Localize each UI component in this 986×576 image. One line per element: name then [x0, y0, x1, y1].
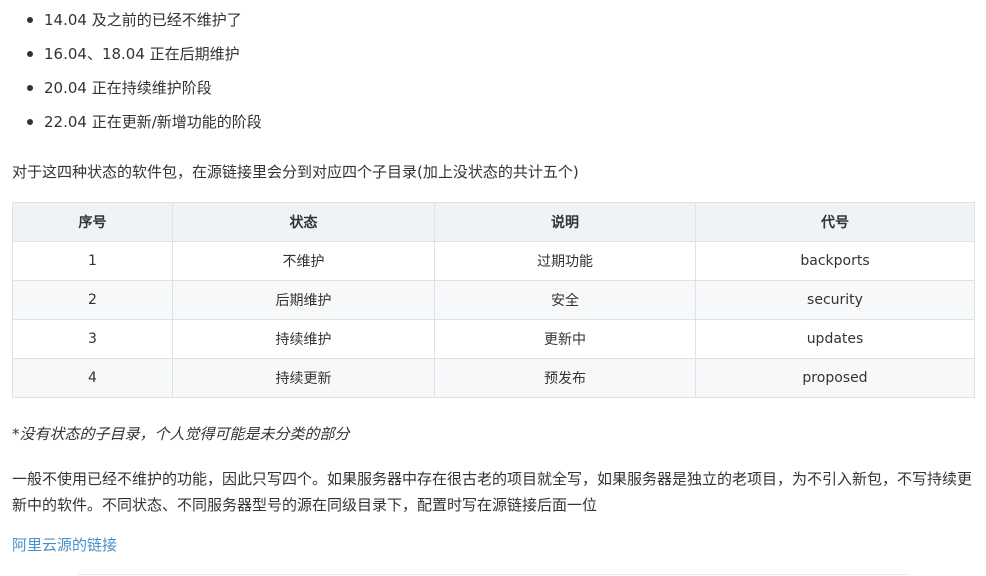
status-table: 序号 状态 说明 代号 1 不维护 过期功能 backports 2 后期维护 …	[12, 202, 975, 398]
intro-paragraph: 对于这四种状态的软件包，在源链接里会分到对应四个子目录(加上没状态的共计五个)	[12, 163, 579, 181]
table-cell: 4	[12, 358, 173, 398]
note-paragraph: *没有状态的子目录，个人觉得可能是未分类的部分	[12, 425, 350, 443]
table-row: 4 持续更新 预发布 proposed	[12, 358, 975, 398]
table-cell: 过期功能	[434, 241, 696, 281]
aliyun-source-link[interactable]: 阿里云源的链接	[12, 535, 117, 555]
table-cell: 预发布	[434, 358, 696, 398]
table-row: 3 持续维护 更新中 updates	[12, 319, 975, 359]
list-item: 14.04 及之前的已经不维护了	[27, 11, 242, 29]
table-header-row: 序号 状态 说明 代号	[12, 202, 975, 242]
list-item: 20.04 正在持续维护阶段	[27, 79, 212, 97]
table-cell: updates	[695, 319, 975, 359]
table-cell: 后期维护	[172, 280, 435, 320]
table-row: 1 不维护 过期功能 backports	[12, 241, 975, 281]
table-cell: 持续维护	[172, 319, 435, 359]
table-cell: 不维护	[172, 241, 435, 281]
table-cell: 更新中	[434, 319, 696, 359]
column-header-description: 说明	[434, 202, 696, 242]
list-item: 16.04、18.04 正在后期维护	[27, 45, 240, 63]
table-cell: 2	[12, 280, 173, 320]
table-row: 2 后期维护 安全 security	[12, 280, 975, 320]
table-cell: proposed	[695, 358, 975, 398]
table-cell: 持续更新	[172, 358, 435, 398]
table-cell: 1	[12, 241, 173, 281]
column-header-status: 状态	[172, 202, 435, 242]
list-item: 22.04 正在更新/新增功能的阶段	[27, 113, 262, 131]
table-cell: backports	[695, 241, 975, 281]
divider	[78, 574, 908, 575]
table-cell: 3	[12, 319, 173, 359]
column-header-codename: 代号	[695, 202, 975, 242]
body-paragraph: 一般不使用已经不维护的功能，因此只写四个。如果服务器中存在很古老的项目就全写，如…	[12, 470, 973, 514]
column-header-index: 序号	[12, 202, 173, 242]
table-cell: security	[695, 280, 975, 320]
table-cell: 安全	[434, 280, 696, 320]
